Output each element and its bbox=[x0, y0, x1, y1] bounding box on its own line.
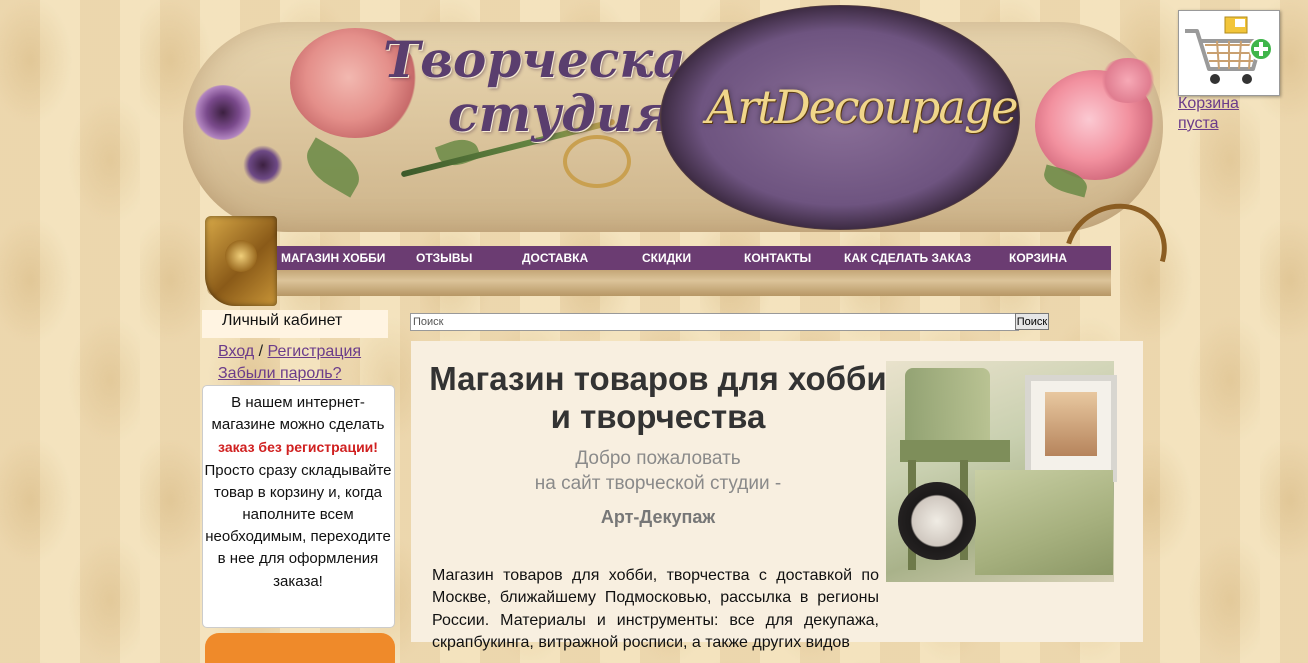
nav-item-delivery[interactable]: ДОСТАВКА bbox=[522, 246, 588, 270]
info-text-before: В нашем интернет-магазине можно сделать bbox=[211, 394, 385, 434]
nav-item-reviews[interactable]: ОТЗЫВЫ bbox=[416, 246, 472, 270]
info-highlight: заказ без регистрации! bbox=[218, 439, 378, 456]
anemone-decoration bbox=[193, 85, 253, 140]
cart-status-line1: Корзина bbox=[1178, 95, 1239, 112]
logo-text-line2: студия bbox=[448, 84, 673, 143]
nav-item-cart[interactable]: КОРЗИНА bbox=[1009, 246, 1067, 270]
sidebar-orange-button[interactable] bbox=[205, 633, 395, 663]
nav-item-discounts[interactable]: СКИДКИ bbox=[642, 246, 691, 270]
nav-item-contacts[interactable]: КОНТАКТЫ bbox=[744, 246, 811, 270]
brand-name: Арт-Декупаж bbox=[600, 507, 716, 527]
shop-description: Магазин товаров для хобби, творчества с … bbox=[432, 567, 879, 652]
welcome-line2: на сайт творческой студии - bbox=[534, 473, 782, 494]
cart-status-link[interactable]: Корзина пуста bbox=[1178, 94, 1268, 134]
chair-seat-decoration bbox=[900, 440, 1010, 462]
forgot-password-link[interactable]: Забыли пароль? bbox=[218, 365, 342, 382]
auth-links: Вход / Регистрация Забыли пароль? bbox=[218, 341, 361, 385]
nav-item-hobby-shop[interactable]: МАГАЗИН ХОББИ bbox=[281, 246, 385, 270]
anemone-decoration bbox=[243, 145, 283, 185]
info-text: В нашем интернет-магазине можно сделать … bbox=[204, 392, 392, 593]
nav-item-how-to-order[interactable]: КАК СДЕЛАТЬ ЗАКАЗ bbox=[844, 246, 971, 270]
cart-status-line2: пуста bbox=[1178, 115, 1219, 132]
decorated-box bbox=[975, 470, 1113, 575]
frame-picture-decoration bbox=[1045, 392, 1097, 456]
login-link[interactable]: Вход bbox=[218, 343, 254, 360]
rose-decoration bbox=[1098, 58, 1158, 103]
welcome-line1: Добро пожаловать bbox=[575, 448, 741, 469]
shopping-cart-add-icon[interactable] bbox=[1178, 10, 1280, 96]
cart-graphic bbox=[1185, 16, 1273, 84]
cabinet-title: Личный кабинет bbox=[222, 312, 343, 329]
page-title: Магазин товаров для хобби и творчества bbox=[429, 360, 887, 435]
medallion-text: ArtDecoupage bbox=[706, 80, 1018, 134]
decorated-plate bbox=[898, 482, 976, 560]
nav-underlay bbox=[207, 270, 1111, 296]
search-input[interactable] bbox=[410, 313, 1019, 331]
hinge-knob-icon bbox=[225, 240, 257, 272]
search-button[interactable]: Поиск bbox=[1015, 313, 1049, 330]
auth-separator: / bbox=[254, 343, 268, 360]
info-text-after: Просто сразу складывайте товар в корзину… bbox=[204, 461, 392, 590]
register-link[interactable]: Регистрация bbox=[268, 343, 362, 360]
